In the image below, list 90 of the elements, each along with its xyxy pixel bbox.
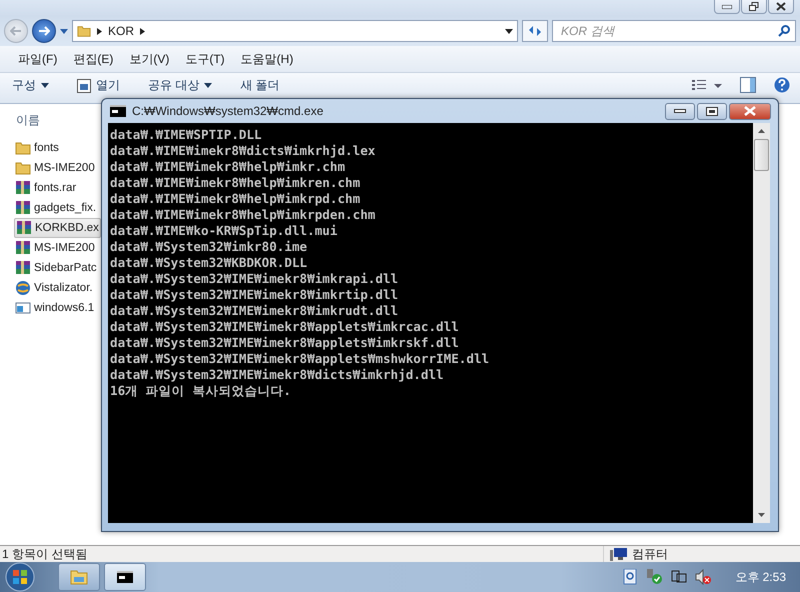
console-line: data₩.₩IME₩imekr8₩dicts₩imkrhjd.lex (110, 143, 376, 159)
restore-icon (749, 2, 759, 11)
refresh-icon (528, 25, 542, 37)
scrollbar[interactable] (753, 123, 770, 523)
address-bar[interactable]: KOR (72, 20, 518, 42)
minimize-icon (722, 4, 732, 8)
file-item[interactable]: Vistalizator. (14, 278, 94, 298)
console-line: data₩.₩System32₩IME₩imekr8₩imkrudt.dll (110, 303, 398, 319)
file-item[interactable]: gadgets_fix. (14, 198, 98, 218)
window-title: C:₩Windows₩system32₩cmd.exe (132, 104, 324, 118)
minimize-button[interactable] (665, 102, 695, 120)
file-item[interactable]: windows6.1 (14, 298, 96, 318)
arrow-right-icon (38, 26, 50, 36)
file-item[interactable]: KORKBD.ex (14, 218, 101, 238)
taskbar-button[interactable] (104, 563, 146, 591)
close-button[interactable] (729, 102, 771, 120)
scroll-thumb[interactable] (754, 139, 769, 171)
windows-logo-icon (5, 562, 35, 592)
refresh-button[interactable] (522, 20, 548, 42)
toolbar-button[interactable]: 새 폴더 (240, 77, 280, 94)
archive-icon (15, 260, 31, 276)
caret-icon[interactable] (505, 28, 513, 34)
file-item[interactable]: SidebarPatc (14, 258, 98, 278)
menu-item[interactable]: 도구(T) (179, 48, 231, 70)
menu-item[interactable]: 보기(V) (123, 48, 176, 70)
folder-icon (15, 160, 31, 176)
file-item[interactable]: fonts (14, 138, 60, 158)
menu-item[interactable]: 편집(E) (67, 48, 120, 70)
column-header[interactable]: 이름 (16, 113, 40, 127)
file-item[interactable]: MS-IME200 (14, 158, 96, 178)
window-icon (77, 78, 91, 92)
toolbar-button[interactable]: 열기 (77, 77, 120, 94)
console-line: data₩.₩IME₩imekr8₩help₩imkrpd.chm (110, 191, 360, 207)
archive-icon (15, 180, 31, 196)
archive-icon (16, 220, 32, 236)
console-line: data₩.₩System32₩IME₩imekr8₩dicts₩imkrhjd.dll (110, 367, 444, 383)
close-button[interactable] (768, 0, 794, 14)
close-icon (776, 2, 786, 11)
console-line: data₩.₩System32₩IME₩imekr8₩applets₩imkrcac.dll (110, 319, 459, 335)
arrow-left-icon (10, 26, 22, 36)
file-item[interactable]: MS-IME200 (14, 238, 96, 258)
status-text: 1 항목이 선택됨 (1, 546, 88, 562)
console-line: data₩.₩IME₩imekr8₩help₩imkren.chm (110, 175, 360, 191)
help-icon[interactable] (774, 77, 790, 93)
caret-icon (41, 83, 49, 88)
clock[interactable]: 오후 2:53 (735, 568, 786, 586)
minimize-button[interactable] (714, 0, 740, 14)
console-line: data₩.₩System32₩KBDKOR.DLL (110, 255, 308, 271)
network-icon[interactable] (671, 569, 688, 585)
console-line: data₩.₩System32₩IME₩imekr8₩imkrapi.dll (110, 271, 398, 287)
folder-icon (15, 140, 31, 156)
console-icon (117, 571, 133, 583)
console-line: data₩.₩System32₩IME₩imekr8₩imkrtip.dll (110, 287, 398, 303)
breadcrumb[interactable]: KOR (108, 24, 134, 38)
search-field[interactable]: KOR 검색 (552, 20, 796, 42)
folder-icon (77, 24, 91, 38)
globe-icon (15, 280, 31, 296)
console-line: 16개 파일이 복사되었습니다. (110, 383, 291, 399)
console-line: data₩.₩IME₩imekr8₩help₩imkr.chm (110, 159, 346, 175)
console-line: data₩.₩IME₩ko-KR₩SpTip.dll.mui (110, 223, 338, 239)
console-icon (110, 105, 126, 117)
console-line: data₩.₩System32₩IME₩imekr8₩applets₩mshwkorrIME.dll (110, 351, 490, 367)
menu-item[interactable]: 도움말(H) (234, 48, 300, 70)
speaker-muted-icon[interactable] (695, 569, 712, 585)
chevron-icon[interactable] (140, 28, 146, 34)
archive-icon (15, 240, 31, 256)
computer-icon (610, 547, 628, 561)
file-item[interactable]: fonts.rar (14, 178, 78, 198)
menu-item[interactable]: 파일(F) (12, 48, 64, 70)
view-icon[interactable] (692, 79, 722, 91)
location-text: 컴퓨터 (632, 546, 668, 562)
console-line: data₩.₩IME₩SPTIP.DLL (110, 127, 262, 143)
toolbar-button[interactable]: 공유 대상 (148, 77, 212, 94)
close-icon (744, 106, 756, 116)
window-icon (15, 300, 31, 316)
search-icon (778, 25, 790, 37)
console-line: data₩.₩IME₩imekr8₩help₩imkrpden.chm (110, 207, 376, 223)
console-line: data₩.₩System32₩imkr80.ime (110, 239, 308, 255)
toolbar-button[interactable]: 구성 (12, 77, 49, 94)
console-line: data₩.₩System32₩IME₩imekr8₩applets₩imkrskf.dll (110, 335, 459, 351)
forward-button[interactable] (32, 19, 56, 43)
maximize-button[interactable] (697, 102, 727, 120)
restore-button[interactable] (741, 0, 767, 14)
archive-icon (15, 200, 31, 216)
preview-pane-icon[interactable] (740, 77, 756, 93)
maximize-icon (706, 106, 718, 116)
chevron-icon[interactable] (97, 28, 102, 34)
minimize-icon (674, 109, 686, 113)
caret-icon (204, 83, 212, 88)
folder-icon (70, 569, 88, 585)
